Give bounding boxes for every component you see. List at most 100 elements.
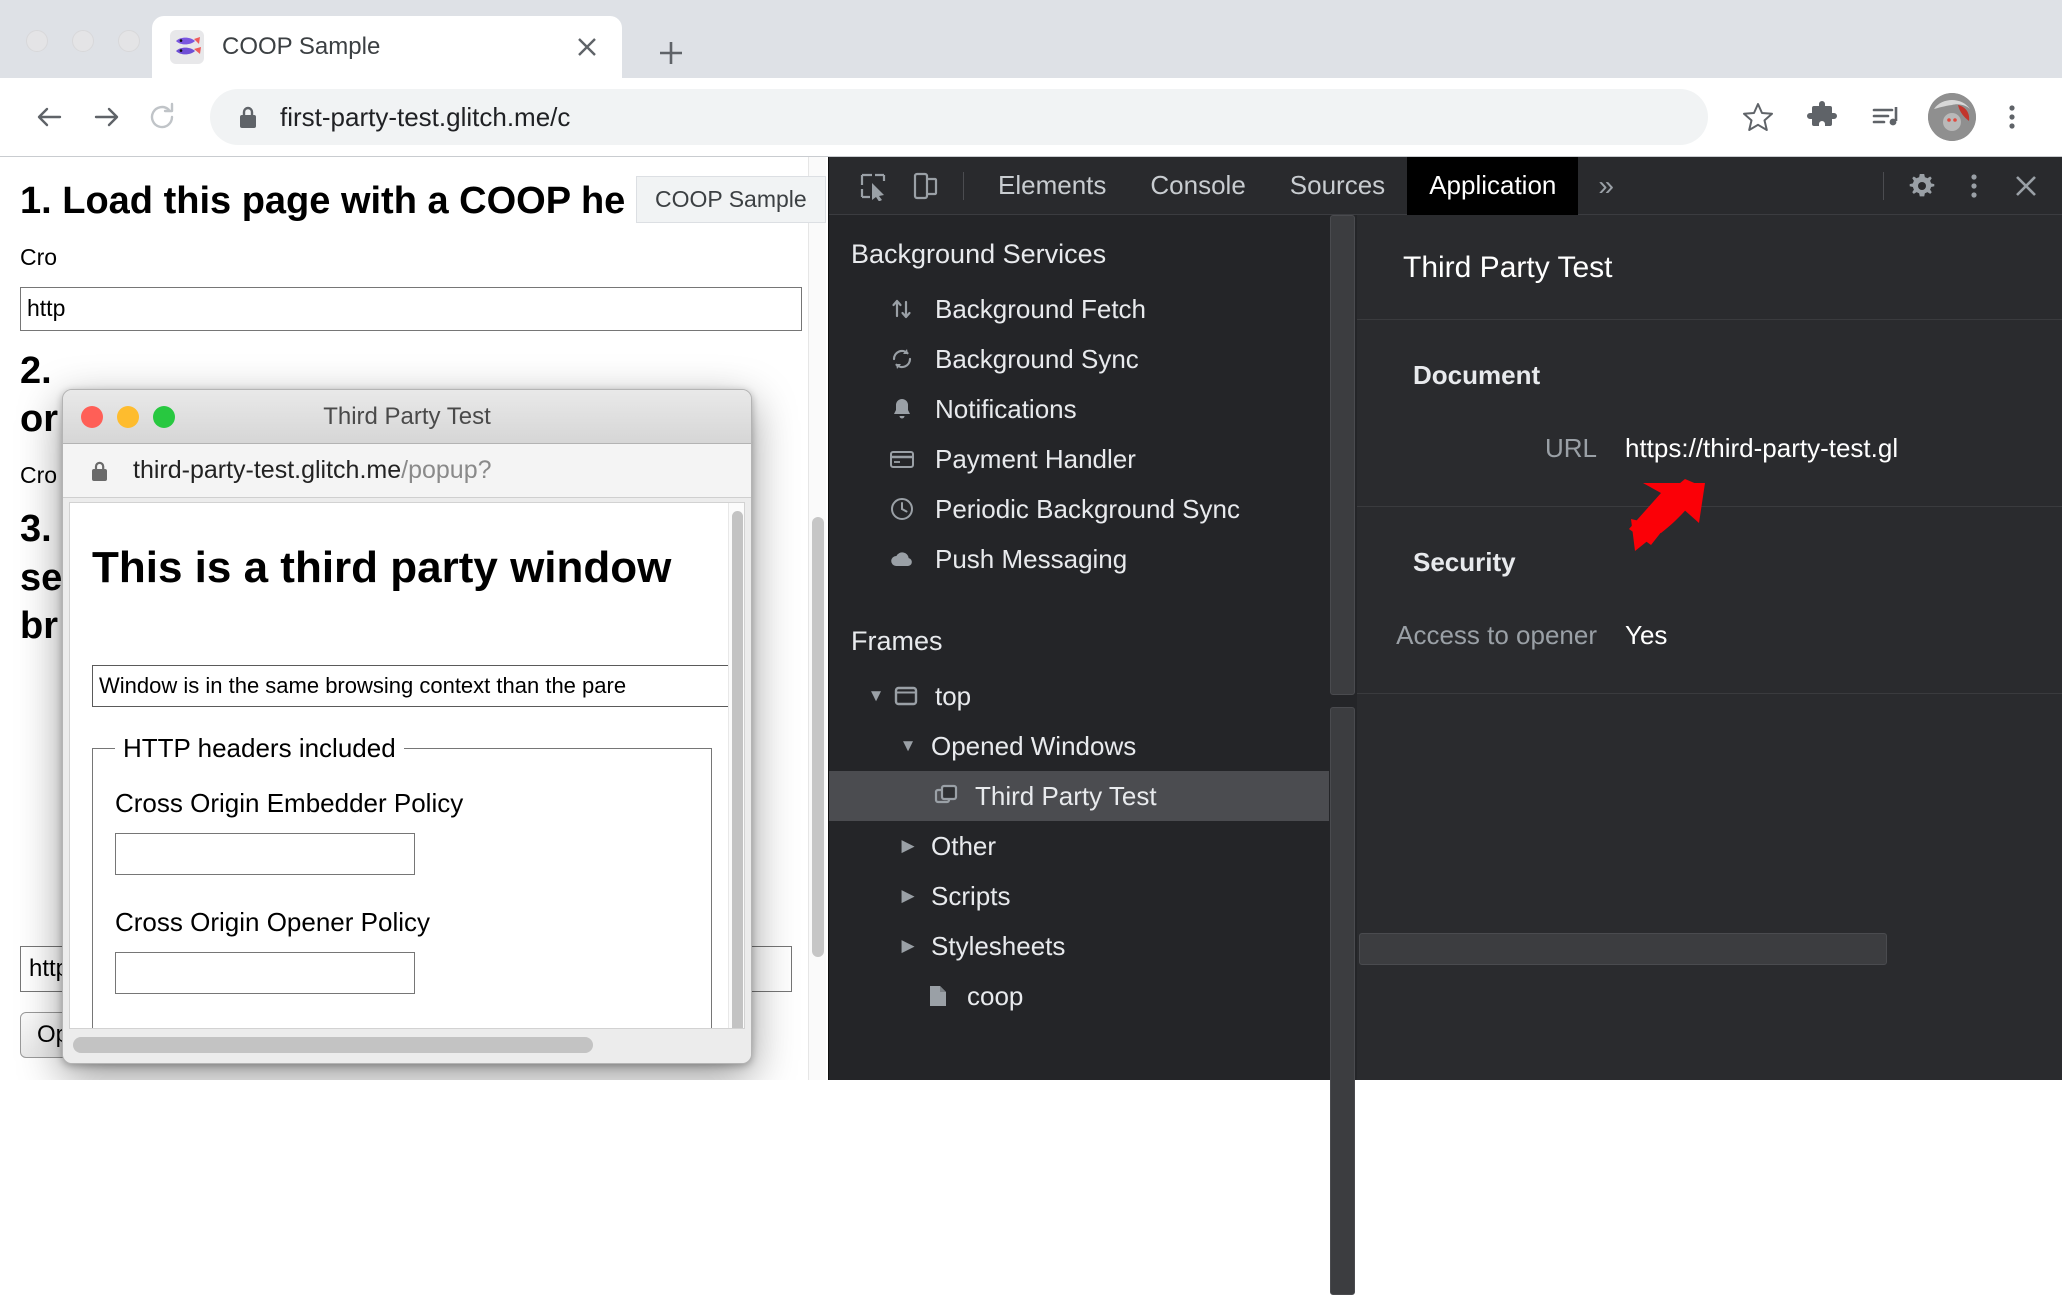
http-headers-fieldset: HTTP headers included Cross Origin Embed…: [92, 733, 712, 1029]
inspect-element-icon[interactable]: [847, 163, 899, 209]
browser-tab-coop-sample[interactable]: COOP Sample: [152, 16, 622, 78]
popup-page-content: This is a third party window HTTP header…: [70, 503, 744, 1029]
close-icon[interactable]: [2000, 163, 2052, 209]
background-sync-icon: [885, 342, 919, 376]
document-url-key: URL: [1357, 433, 1597, 464]
popup-horizontal-scrollbar[interactable]: [63, 1029, 751, 1063]
bookmark-star-icon[interactable]: [1730, 89, 1786, 145]
credit-card-icon: [885, 442, 919, 476]
frames-tree-item-top[interactable]: ▼ top: [829, 671, 1329, 721]
frame-details-pane: Third Party Test Document URL https://th…: [1357, 215, 2062, 1080]
frames-tree-item-scripts[interactable]: ▶ Scripts: [829, 871, 1329, 921]
sidebar-item-periodic-background-sync[interactable]: Periodic Background Sync: [829, 484, 1329, 534]
devtools-main: Background Services Background Fetch Bac…: [829, 215, 2062, 1080]
devtools-toolbar: Elements Console Sources Application »: [829, 157, 2062, 215]
popup-vertical-scrollbar[interactable]: [728, 503, 744, 1028]
page-vertical-scrollbar[interactable]: [808, 157, 826, 1080]
popup-zoom-button[interactable]: [153, 406, 175, 428]
extensions-puzzle-icon[interactable]: [1794, 89, 1850, 145]
media-control-icon[interactable]: [1858, 89, 1914, 145]
page-heading-2-line1: 2.: [20, 350, 52, 392]
new-tab-button[interactable]: [650, 32, 692, 74]
toolbar-divider-right: [1883, 172, 1884, 200]
sidebar-item-notifications[interactable]: Notifications: [829, 384, 1329, 434]
back-button[interactable]: [22, 89, 78, 145]
devtools-scrollbar-thumb-upper[interactable]: [1330, 215, 1355, 695]
frame-icon: [889, 679, 923, 713]
popup-hscrollbar-thumb[interactable]: [73, 1037, 593, 1053]
tab-application[interactable]: Application: [1407, 157, 1578, 215]
sidebar-item-background-sync[interactable]: Background Sync: [829, 334, 1329, 384]
frames-tree-item-opened-windows[interactable]: ▼ Opened Windows: [829, 721, 1329, 771]
security-section-title: Security: [1357, 547, 2062, 578]
chevron-right-icon[interactable]: ▶: [895, 836, 921, 856]
bell-icon: [885, 392, 919, 426]
popup-vscrollbar-thumb[interactable]: [732, 511, 743, 1029]
document-url-value[interactable]: https://third-party-test.gl: [1625, 433, 1898, 464]
frames-tree-item-coop[interactable]: coop: [829, 971, 1329, 1021]
forward-button[interactable]: [78, 89, 134, 145]
page-paragraph-1: Cro: [20, 244, 802, 271]
reload-button[interactable]: [134, 89, 190, 145]
page-scrollbar-thumb[interactable]: [812, 517, 824, 957]
frames-tree-item-other[interactable]: ▶ Other: [829, 821, 1329, 871]
document-icon: [921, 979, 955, 1013]
tab-console[interactable]: Console: [1128, 157, 1267, 215]
chevron-right-icon[interactable]: ▶: [895, 936, 921, 956]
security-section: Security Access to opener Yes: [1357, 507, 2062, 694]
access-to-opener-value: Yes: [1625, 620, 1667, 651]
frames-tree-item-third-party-test[interactable]: Third Party Test: [829, 771, 1329, 821]
popup-titlebar[interactable]: Third Party Test: [63, 390, 751, 444]
tab-close-icon[interactable]: [570, 30, 604, 64]
coep-input[interactable]: [115, 833, 415, 875]
chevron-down-icon[interactable]: ▼: [895, 736, 921, 756]
content-and-devtools: 1. Load this page with a COOP he Cro 2. …: [0, 156, 2062, 1080]
popup-viewport: This is a third party window HTTP header…: [69, 502, 745, 1029]
tab-sources[interactable]: Sources: [1268, 157, 1407, 215]
profile-avatar[interactable]: [1928, 93, 1976, 141]
address-bar-url: first-party-test.glitch.me/c: [280, 102, 570, 133]
frames-tree-label: coop: [967, 981, 1023, 1012]
frame-details-horizontal-scrollbar[interactable]: [1359, 933, 2062, 967]
gear-icon[interactable]: [1896, 163, 1948, 209]
more-tabs-icon[interactable]: »: [1578, 170, 1634, 202]
page-heading-3-line1: 3.: [20, 508, 52, 550]
frames-tree-label: Scripts: [931, 881, 1010, 912]
coop-input[interactable]: [115, 952, 415, 994]
window-minimize-button[interactable]: [72, 30, 94, 52]
devtools-scrollbar-thumb-lower[interactable]: [1330, 707, 1355, 1295]
access-to-opener-key: Access to opener: [1357, 620, 1597, 651]
window-icon: [929, 779, 963, 813]
coep-label: Cross Origin Embedder Policy: [115, 788, 689, 819]
sidebar-item-push-messaging[interactable]: Push Messaging: [829, 534, 1329, 584]
chrome-menu-icon[interactable]: [1984, 89, 2040, 145]
frames-tree-label: top: [935, 681, 971, 712]
window-close-button[interactable]: [26, 30, 48, 52]
chevron-down-icon[interactable]: ▼: [863, 686, 889, 706]
lock-icon: [89, 459, 111, 483]
window-maximize-button[interactable]: [118, 30, 140, 52]
third-party-popup-window[interactable]: Third Party Test third-party-test.glitch…: [62, 389, 752, 1064]
devtools-sidebar-scrollbar[interactable]: [1329, 215, 1357, 1080]
sidebar-item-background-fetch[interactable]: Background Fetch: [829, 284, 1329, 334]
address-bar[interactable]: first-party-test.glitch.me/c: [210, 89, 1708, 145]
lock-icon: [236, 104, 260, 130]
device-toolbar-icon[interactable]: [899, 163, 951, 209]
kebab-menu-icon[interactable]: [1948, 163, 2000, 209]
popup-minimize-button[interactable]: [117, 406, 139, 428]
sidebar-item-payment-handler[interactable]: Payment Handler: [829, 434, 1329, 484]
chevron-right-icon[interactable]: ▶: [895, 886, 921, 906]
tab-elements[interactable]: Elements: [976, 157, 1128, 215]
cloud-icon: [885, 542, 919, 576]
popup-address-bar[interactable]: third-party-test.glitch.me/popup?: [63, 444, 751, 498]
page-input-1[interactable]: [20, 287, 802, 331]
popup-close-button[interactable]: [81, 406, 103, 428]
popup-heading: This is a third party window: [92, 543, 722, 593]
sidebar-item-label: Background Sync: [935, 344, 1139, 375]
popup-status-input[interactable]: [92, 665, 732, 707]
sidebar-item-label: Background Fetch: [935, 294, 1146, 325]
frames-tree-item-stylesheets[interactable]: ▶ Stylesheets: [829, 921, 1329, 971]
document-section: Document URL https://third-party-test.gl: [1357, 320, 2062, 507]
frame-details-hscrollbar-thumb[interactable]: [1359, 933, 1887, 965]
sidebar-item-label: Push Messaging: [935, 544, 1127, 575]
